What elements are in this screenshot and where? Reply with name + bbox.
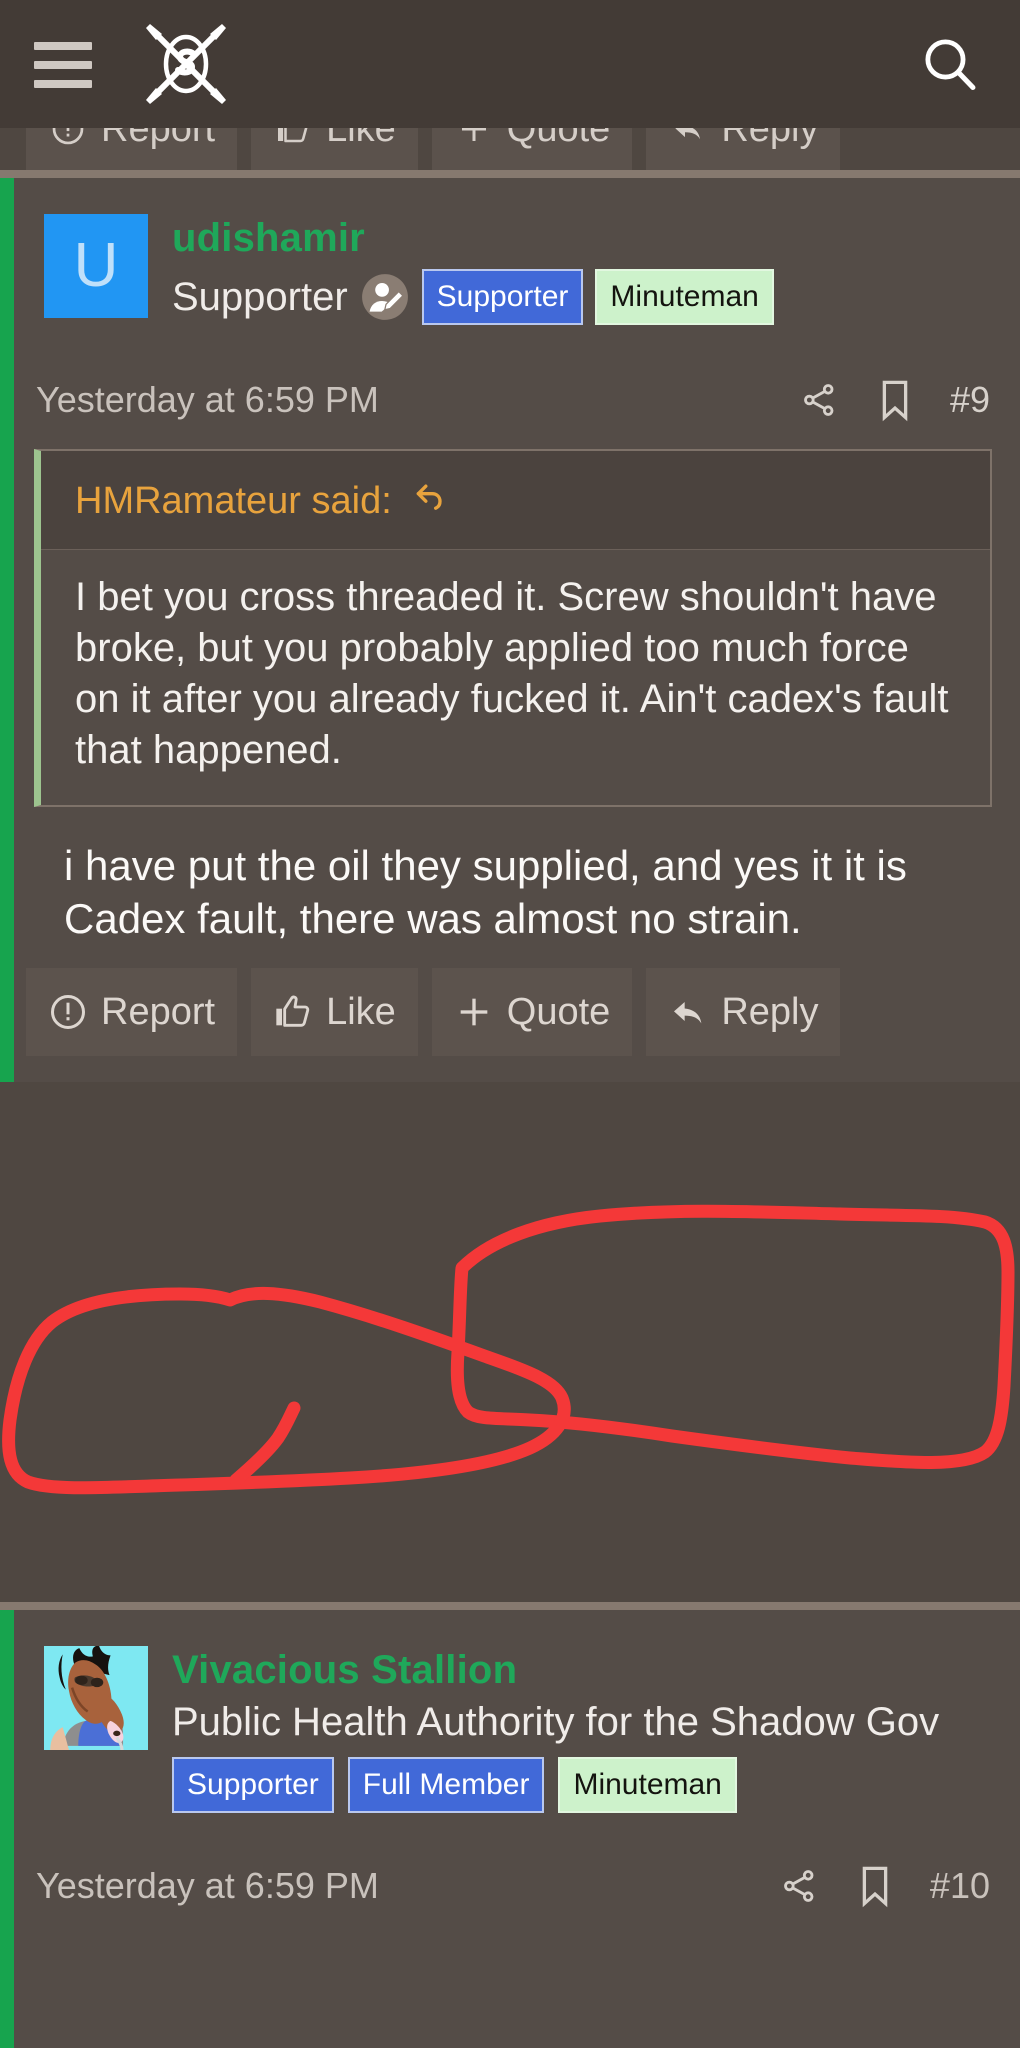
report-label: Report	[101, 991, 216, 1034]
hamburger-menu-icon[interactable]	[34, 42, 92, 88]
post-vivacious-stallion: Vivacious Stallion Public Health Authori…	[0, 1610, 1020, 2048]
quote-author-label: HMRamateur said:	[75, 480, 392, 523]
quote-button[interactable]: Quote	[431, 968, 633, 1057]
reply-arrow-icon	[668, 992, 708, 1032]
post2-number[interactable]: #10	[930, 1865, 990, 1907]
post2-author-header: Vivacious Stallion Public Health Authori…	[0, 1610, 1020, 1843]
forum-thread-page: Report Like Quote Reply U udishamir Supp…	[0, 0, 1020, 2048]
author-username[interactable]: udishamir	[172, 216, 994, 261]
badge-minuteman[interactable]: Minuteman	[595, 268, 774, 325]
exclamation-circle-icon	[48, 992, 88, 1032]
badge-full-member[interactable]: Full Member	[347, 1756, 545, 1813]
quote-attribution[interactable]: HMRamateur said:	[41, 450, 990, 550]
post-divider-2	[0, 1602, 1020, 1610]
avatar[interactable]	[44, 1646, 148, 1750]
reply-button[interactable]: Reply	[646, 968, 841, 1057]
post-udishamir: U udishamir Supporter Supporter Minutema…	[0, 178, 1020, 1083]
post-timestamp[interactable]: Yesterday at 6:59 PM	[36, 379, 798, 421]
bojack-horseman-avatar	[44, 1646, 148, 1750]
post2-author-info: Vivacious Stallion Public Health Authori…	[172, 1646, 994, 1813]
plus-icon	[454, 992, 494, 1032]
post-body: HMRamateur said: I bet you cross threade…	[0, 437, 1020, 964]
quote-jump-icon[interactable]	[410, 477, 450, 527]
post-divider	[0, 170, 1020, 178]
bookmark-icon[interactable]	[854, 1863, 896, 1909]
reply-label: Reply	[721, 991, 819, 1034]
post2-timestamp[interactable]: Yesterday at 6:59 PM	[36, 1865, 778, 1907]
share-icon[interactable]	[778, 1863, 820, 1909]
post-meta: Yesterday at 6:59 PM #9	[0, 355, 1020, 437]
post-author-header: U udishamir Supporter Supporter Minutema…	[0, 178, 1020, 355]
post-text: i have put the oil they supplied, and ye…	[64, 841, 907, 943]
post-number[interactable]: #9	[950, 379, 990, 421]
like-label: Like	[326, 991, 396, 1034]
bookmark-icon[interactable]	[874, 377, 916, 423]
post2-author-username[interactable]: Vivacious Stallion	[172, 1648, 994, 1693]
like-button[interactable]: Like	[251, 968, 418, 1057]
thumbs-up-icon	[273, 992, 313, 1032]
quote-label: Quote	[506, 991, 611, 1034]
quote-block: HMRamateur said: I bet you cross threade…	[34, 448, 992, 807]
user-edit-icon	[360, 272, 410, 322]
post2-author-title: Public Health Authority for the Shadow G…	[172, 1699, 940, 1744]
post2-meta: Yesterday at 6:59 PM #10	[0, 1843, 1020, 1909]
search-icon[interactable]	[914, 28, 986, 100]
post-actions: Report Like Quote Reply	[0, 964, 1020, 1082]
badge-supporter[interactable]: Supporter	[172, 1756, 334, 1813]
crossed-arrows-logo[interactable]	[134, 12, 238, 116]
avatar-letter: U	[44, 214, 148, 318]
site-header	[0, 0, 1020, 128]
quote-text: I bet you cross threaded it. Screw shoul…	[41, 549, 990, 805]
badge-supporter[interactable]: Supporter	[421, 268, 584, 325]
author-info: udishamir Supporter Supporter Minuteman	[172, 214, 994, 325]
post2-badges: Supporter Full Member Minuteman	[172, 1756, 994, 1813]
post2-tools: #10	[778, 1863, 990, 1909]
author-title-row: Supporter Supporter Minuteman	[172, 268, 994, 325]
post-tools: #9	[798, 377, 990, 423]
avatar[interactable]: U	[44, 214, 148, 318]
share-icon[interactable]	[798, 377, 840, 423]
badge-minuteman[interactable]: Minuteman	[558, 1756, 737, 1813]
author-title: Supporter	[172, 274, 348, 319]
report-button[interactable]: Report	[26, 968, 238, 1057]
